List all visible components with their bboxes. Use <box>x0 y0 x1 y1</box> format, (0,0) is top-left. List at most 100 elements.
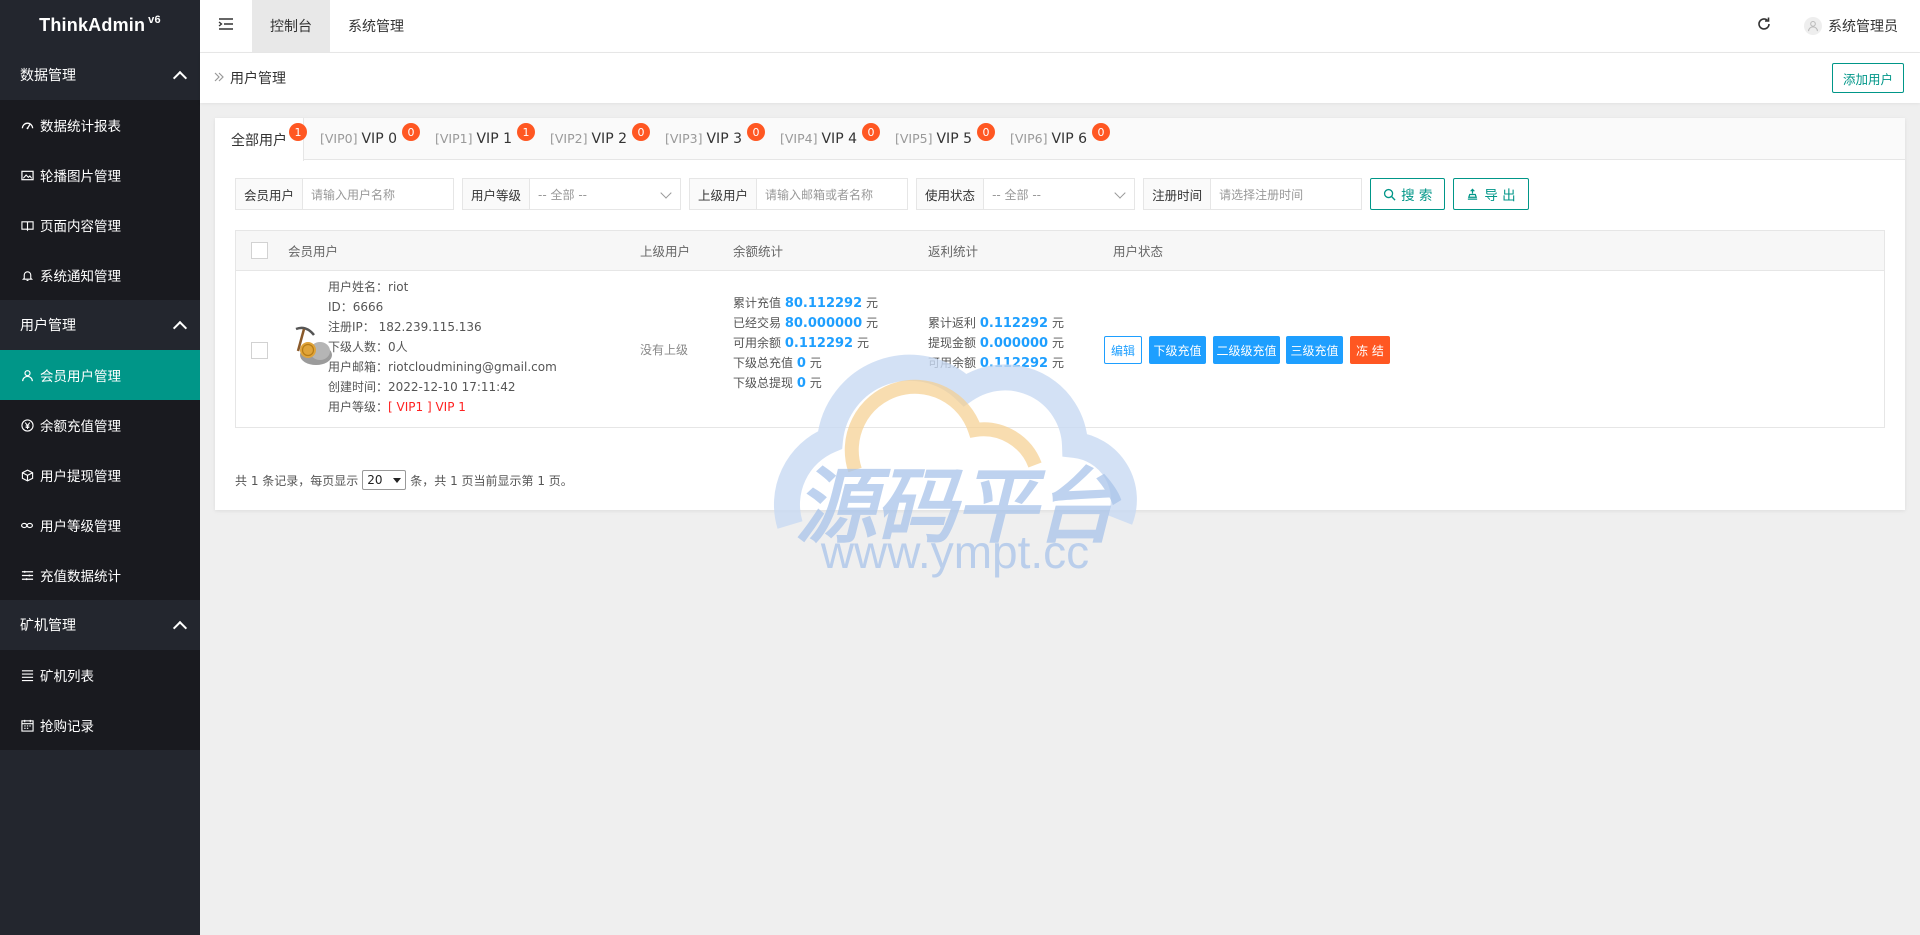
level-select[interactable]: -- 全部 -- <box>530 179 681 209</box>
top-tab-system[interactable]: 系统管理 <box>330 0 422 52</box>
status-filter: 使用状态 -- 全部 -- <box>916 178 1136 210</box>
tab-vip2[interactable]: [VIP2] VIP 2 0 <box>534 118 650 159</box>
user-menu[interactable]: 系统管理员 <box>1804 16 1898 36</box>
search-button-label: 搜 索 <box>1401 188 1433 204</box>
filter-label: 上级用户 <box>690 179 758 209</box>
user-info: 用户姓名：riot ID：6666 注册IP： 182.239.115.136 … <box>328 277 557 417</box>
chevron-up-icon <box>172 320 188 335</box>
stat-unit: 元 <box>1051 316 1064 330</box>
user-created-line: 创建时间：2022-12-10 17:11:42 <box>328 377 557 397</box>
double-chevron-right-icon <box>214 71 224 86</box>
stat-value: 0.112292 <box>979 356 1049 371</box>
member-filter: 会员用户 请输入用户名称 <box>235 178 455 210</box>
export-button[interactable]: 导 出 <box>1453 178 1529 210</box>
stat-value: 0.112292 <box>979 316 1049 331</box>
header-balance: 余额统计 <box>733 244 784 259</box>
tab-vip0[interactable]: [VIP0] VIP 0 0 <box>304 118 420 159</box>
search-button[interactable]: 搜 索 <box>1370 178 1446 210</box>
edit-button[interactable]: 编辑 <box>1104 336 1142 364</box>
user-sub-value: 0人 <box>388 340 408 354</box>
sidebar-group-users[interactable]: 用户管理 <box>0 300 200 350</box>
freeze-button[interactable]: 冻 结 <box>1350 336 1390 364</box>
second-level-recharge-button[interactable]: 二级级充值 <box>1213 336 1280 364</box>
register-time-input[interactable]: 请选择注册时间 <box>1211 179 1362 209</box>
logo[interactable]: ThinkAdmin v6 <box>0 0 200 50</box>
top-header: 控制台 系统管理 系统管理员 <box>200 0 1920 53</box>
top-tab-label: 系统管理 <box>348 19 404 35</box>
sidebar-item-label: 用户提现管理 <box>40 469 121 485</box>
sidebar-group-miners[interactable]: 矿机管理 <box>0 600 200 650</box>
link-icon <box>20 518 34 532</box>
third-level-recharge-button[interactable]: 三级充值 <box>1286 336 1343 364</box>
user-sub-line: 下级人数：0人 <box>328 337 557 357</box>
top-tab-dashboard[interactable]: 控制台 <box>252 0 330 52</box>
refresh-icon <box>1756 16 1772 36</box>
sidebar-item-miner-list[interactable]: 矿机列表 <box>0 650 200 700</box>
tab-label: VIP 6 <box>1051 130 1087 147</box>
sidebar-item-notice[interactable]: 系统通知管理 <box>0 250 200 300</box>
count-badge: 0 <box>862 123 880 141</box>
parent-user: 没有上级 <box>640 343 689 357</box>
users-card: 全部用户 1 [VIP0] VIP 0 0 [VIP1] VIP 1 1 [VI… <box>215 118 1905 510</box>
pagination-prefix: 共 1 条记录，每页显示 <box>235 473 359 488</box>
user-id-line: ID：6666 <box>328 297 557 317</box>
status-select[interactable]: -- 全部 -- <box>984 179 1135 209</box>
sidebar-item-recharge[interactable]: 余额充值管理 <box>0 400 200 450</box>
user-name-value: riot <box>388 280 409 294</box>
user-email-line: 用户邮箱：riotcloudmining@gmail.com <box>328 357 557 377</box>
menu-toggle-button[interactable] <box>200 0 252 52</box>
sidebar-item-member-users[interactable]: 会员用户管理 <box>0 350 200 400</box>
tab-prefix: [VIP1] <box>435 131 473 146</box>
sidebar-item-page-content[interactable]: 页面内容管理 <box>0 200 200 250</box>
filter-label: 注册时间 <box>1144 179 1212 209</box>
tab-vip1[interactable]: [VIP1] VIP 1 1 <box>419 118 535 159</box>
sidebar-group-miners-items: 矿机列表 抢购记录 <box>0 650 200 750</box>
add-user-button[interactable]: 添加用户 <box>1831 63 1904 93</box>
cube-icon <box>20 468 34 482</box>
tab-prefix: [VIP0] <box>320 131 358 146</box>
refresh-button[interactable] <box>1754 16 1774 36</box>
tab-label: VIP 2 <box>591 130 627 147</box>
tab-vip3[interactable]: [VIP3] VIP 3 0 <box>649 118 765 159</box>
sidebar-group-data[interactable]: 数据管理 <box>0 50 200 100</box>
sidebar-item-user-levels[interactable]: 用户等级管理 <box>0 500 200 550</box>
stat-label: 下级总充值 <box>733 356 794 370</box>
member-search-input[interactable]: 请输入用户名称 <box>303 179 454 209</box>
parent-search-input[interactable]: 请输入邮箱或者名称 <box>757 179 908 209</box>
sidebar-group-label: 矿机管理 <box>20 618 76 634</box>
sidebar-item-withdraw[interactable]: 用户提现管理 <box>0 450 200 500</box>
select-value: -- 全部 -- <box>992 187 1042 202</box>
count-badge: 0 <box>747 123 765 141</box>
rebate-line: 累计返利 0.112292 元 <box>928 313 1064 333</box>
sub-recharge-button[interactable]: 下级充值 <box>1149 336 1206 364</box>
stat-label: 累计返利 <box>928 316 977 330</box>
stat-label: 可用余额 <box>928 356 977 370</box>
stat-value: 0 <box>796 376 806 391</box>
bell-icon <box>20 268 34 282</box>
sidebar-item-recharge-stats[interactable]: 充值数据统计 <box>0 550 200 600</box>
yen-icon <box>20 418 34 432</box>
user-ip-value: 182.239.115.136 <box>378 320 482 334</box>
sidebar-item-purchase-records[interactable]: 抢购记录 <box>0 700 200 750</box>
tab-all-users[interactable]: 全部用户 1 <box>215 118 307 161</box>
sidebar-item-data-report[interactable]: 数据统计报表 <box>0 100 200 150</box>
tab-vip4[interactable]: [VIP4] VIP 4 0 <box>764 118 880 159</box>
table-header: 会员用户 上级用户 余额统计 返利统计 用户状态 <box>236 231 1884 271</box>
calendar-icon <box>20 718 34 732</box>
user-level-value: [ VIP1 ] VIP 1 <box>388 400 466 414</box>
user-name: 系统管理员 <box>1828 19 1898 35</box>
sidebar-item-banner[interactable]: 轮播图片管理 <box>0 150 200 200</box>
sidebar-group-data-items: 数据统计报表 轮播图片管理 页面内容管理 系统通知管理 <box>0 100 200 300</box>
select-all-checkbox[interactable] <box>251 242 268 259</box>
page-size-select[interactable]: 20 <box>362 470 407 490</box>
tab-label: 全部用户 <box>231 132 287 149</box>
row-checkbox[interactable] <box>251 342 268 359</box>
stat-unit: 元 <box>1051 336 1064 350</box>
chevron-down-icon <box>1114 187 1126 199</box>
tab-vip5[interactable]: [VIP5] VIP 5 0 <box>879 118 995 159</box>
stat-label: 已经交易 <box>733 316 782 330</box>
chevron-down-icon <box>660 187 672 199</box>
tab-vip6[interactable]: [VIP6] VIP 6 0 <box>994 118 1110 159</box>
sidebar-item-label: 用户等级管理 <box>40 519 121 535</box>
count-badge: 0 <box>402 123 420 141</box>
